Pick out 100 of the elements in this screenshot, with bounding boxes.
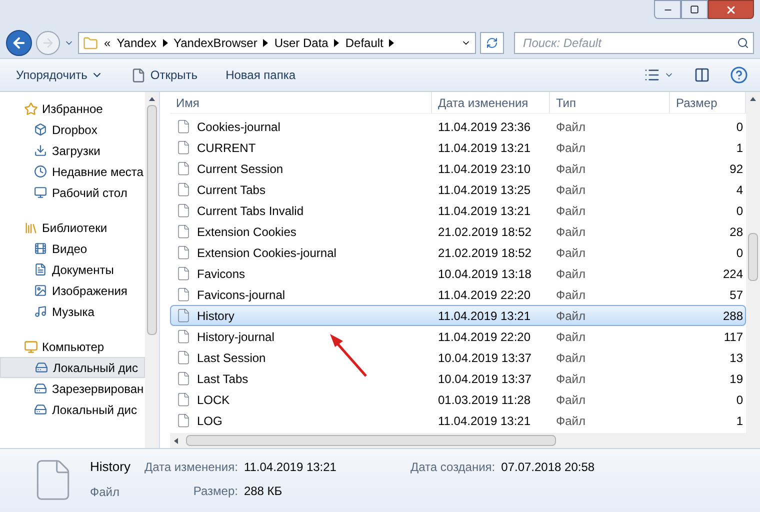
overflow-chevron[interactable]: « <box>104 34 111 52</box>
nav-item[interactable]: Видео <box>0 238 145 259</box>
nav-item-icon <box>34 242 47 255</box>
organize-menu-button[interactable]: Упорядочить <box>8 63 112 87</box>
file-icon <box>176 224 191 239</box>
file-name: Last Session <box>197 350 266 366</box>
file-row[interactable]: Extension Cookies-journal 21.02.2019 18:52 Файл 0 <box>170 242 746 263</box>
nav-item[interactable]: Недавние места <box>0 161 145 182</box>
nav-item-icon <box>34 403 47 416</box>
scroll-up-icon[interactable] <box>149 97 155 101</box>
open-button[interactable]: Открыть <box>123 63 206 87</box>
file-name: History <box>197 308 234 324</box>
search-icon <box>737 37 749 49</box>
nav-item[interactable]: Музыка <box>0 301 145 322</box>
nav-item[interactable]: Изображения <box>0 280 145 301</box>
file-row[interactable]: Favicons-journal 11.04.2019 22:20 Файл 57 <box>170 284 746 305</box>
nav-item[interactable]: Зарезервирован <box>0 378 145 399</box>
list-scrollbar[interactable] <box>746 92 760 433</box>
nav-group-label[interactable]: Компьютер <box>42 338 104 356</box>
nav-item-icon <box>34 263 47 276</box>
file-icon <box>176 161 191 176</box>
file-row[interactable]: CURRENT 11.04.2019 13:21 Файл 1 <box>170 137 746 158</box>
file-size: 0 <box>736 202 744 220</box>
breadcrumb-arrow-icon <box>263 39 268 47</box>
modified-date: 21.02.2019 18:52 <box>437 244 532 262</box>
file-size: 0 <box>736 118 744 136</box>
column-header[interactable]: Имя <box>170 92 432 113</box>
modified-date: 10.04.2019 13:37 <box>437 370 532 388</box>
search-field[interactable]: Поиск: Default <box>514 32 754 54</box>
file-row[interactable]: Current Tabs Invalid 11.04.2019 13:21 Файл 0 <box>170 200 746 221</box>
file-row[interactable]: Current Session 11.04.2019 23:10 Файл 92 <box>170 158 746 179</box>
file-name: CURRENT <box>197 140 256 156</box>
column-header[interactable]: Дата изменения <box>432 92 550 113</box>
file-row[interactable]: Favicons 10.04.2019 13:18 Файл 224 <box>170 263 746 284</box>
file-name: Last Tabs <box>197 370 248 388</box>
column-header[interactable]: Тип <box>550 92 670 113</box>
nav-item[interactable]: Рабочий стол <box>0 182 145 203</box>
nav-item[interactable]: Документы <box>0 259 145 280</box>
file-name: LOG <box>197 412 222 430</box>
scroll-thumb[interactable] <box>748 233 758 281</box>
close-icon <box>725 4 737 16</box>
modified-date: 01.03.2019 11:28 <box>437 392 532 408</box>
file-icon <box>176 392 191 407</box>
back-button[interactable] <box>6 30 32 56</box>
breadcrumb[interactable]: Yandex <box>116 34 156 52</box>
nav-scrollbar[interactable] <box>145 92 159 448</box>
breadcrumb[interactable]: User Data <box>274 34 328 52</box>
folder-icon <box>83 36 98 50</box>
nav-group-label[interactable]: Библиотеки <box>42 218 108 236</box>
nav-item[interactable]: Локальный дис <box>0 357 145 378</box>
file-row[interactable]: Last Session 10.04.2019 13:37 Файл 13 <box>170 347 746 368</box>
nav-item[interactable]: Dropbox <box>0 119 145 140</box>
file-row[interactable]: Last Tabs 10.04.2019 13:37 Файл 19 <box>170 368 746 389</box>
file-name: Favicons-journal <box>197 286 286 304</box>
detail-value: 07.07.2018 20:58 <box>501 459 595 476</box>
address-bar[interactable]: « Yandex YandexBrowser User Data Default <box>78 32 476 54</box>
nav-item[interactable]: Локальный дис <box>0 399 145 420</box>
file-icon <box>176 266 191 281</box>
scroll-thumb[interactable] <box>147 105 157 335</box>
breadcrumb[interactable]: Default <box>345 34 384 52</box>
file-row[interactable]: LOG 11.04.2019 13:21 Файл 1 <box>170 410 746 431</box>
file-icon <box>176 203 191 218</box>
maximize-button[interactable] <box>681 0 708 19</box>
file-row[interactable]: History-journal 11.04.2019 22:20 Файл 117 <box>170 326 746 347</box>
breadcrumb[interactable]: YandexBrowser <box>174 34 258 52</box>
file-type: Файл <box>555 392 587 408</box>
file-icon <box>176 245 191 260</box>
new-folder-button[interactable]: Новая папка <box>218 63 304 87</box>
details-file-name: History <box>90 458 130 476</box>
file-row[interactable]: LOCK 01.03.2019 11:28 Файл 0 <box>170 389 746 410</box>
file-row[interactable]: Current Tabs 11.04.2019 13:25 Файл 4 <box>170 179 746 200</box>
modified-date: 11.04.2019 23:10 <box>437 160 532 178</box>
scroll-thumb[interactable] <box>186 435 556 446</box>
file-size: 57 <box>730 286 744 304</box>
close-button[interactable] <box>708 0 754 19</box>
file-size: 0 <box>736 244 744 262</box>
file-icon <box>176 350 191 365</box>
nav-item[interactable]: Загрузки <box>0 140 145 161</box>
file-row[interactable]: Extension Cookies 21.02.2019 18:52 Файл 28 <box>170 221 746 242</box>
horizontal-scrollbar[interactable] <box>170 433 760 448</box>
file-row[interactable]: Cookies-journal 11.04.2019 23:36 Файл 0 <box>170 116 746 137</box>
file-type: Файл <box>555 160 587 178</box>
file-icon <box>176 182 191 197</box>
maximize-icon <box>690 5 699 14</box>
scroll-left-icon[interactable] <box>174 438 178 444</box>
file-size: 288 <box>722 308 744 324</box>
modified-date: 11.04.2019 13:21 <box>437 140 532 156</box>
nav-item-icon <box>35 361 48 374</box>
refresh-button[interactable] <box>480 32 504 54</box>
file-icon <box>176 413 191 428</box>
modified-date: 11.04.2019 22:20 <box>437 286 532 304</box>
file-row[interactable]: History 11.04.2019 13:21 Файл 288 <box>170 305 746 326</box>
file-size: 13 <box>730 350 744 366</box>
file-name: Cookies-journal <box>197 118 280 136</box>
file-size: 92 <box>730 160 744 178</box>
file-type: Файл <box>555 370 587 388</box>
nav-group-label[interactable]: Избранное <box>42 100 103 118</box>
scroll-up-icon[interactable] <box>750 97 756 101</box>
file-type: Файл <box>555 266 587 282</box>
file-name: History-journal <box>197 328 274 346</box>
